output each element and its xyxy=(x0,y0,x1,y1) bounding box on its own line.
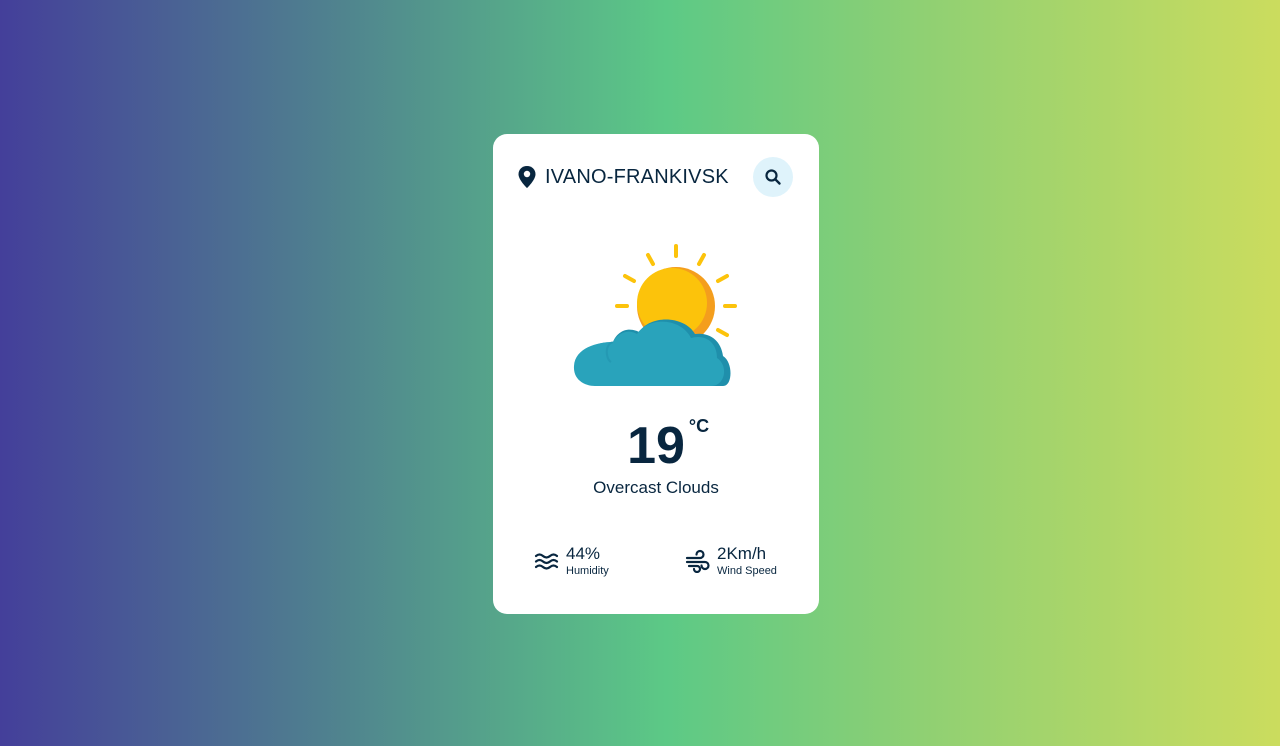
weather-card: IVANO-FRANKIVSK 19 °C Overcast Clouds 44… xyxy=(493,134,819,614)
card-header: IVANO-FRANKIVSK xyxy=(517,156,793,198)
wind-icon xyxy=(685,549,710,573)
location: IVANO-FRANKIVSK xyxy=(517,165,729,189)
wind-label: Wind Speed xyxy=(717,565,777,577)
search-button[interactable] xyxy=(753,157,793,197)
wind-stat: 2Km/h Wind Speed xyxy=(685,544,777,578)
temperature: 19 °C xyxy=(627,414,709,478)
humidity-label: Humidity xyxy=(566,565,609,577)
temperature-unit: °C xyxy=(688,416,710,436)
search-icon xyxy=(765,169,781,185)
temperature-block: 19 °C xyxy=(493,414,819,478)
humidity-stat: 44% Humidity xyxy=(534,544,609,578)
wind-value: 2Km/h xyxy=(717,544,767,563)
city-name: IVANO-FRANKIVSK xyxy=(545,165,729,188)
humidity-value: 44% xyxy=(566,544,601,563)
partly-cloudy-icon xyxy=(573,244,737,386)
humidity-waves-icon xyxy=(534,553,559,570)
temperature-value: 19 xyxy=(627,417,685,475)
weather-description: Overcast Clouds xyxy=(593,478,719,497)
location-pin-icon xyxy=(518,166,536,188)
